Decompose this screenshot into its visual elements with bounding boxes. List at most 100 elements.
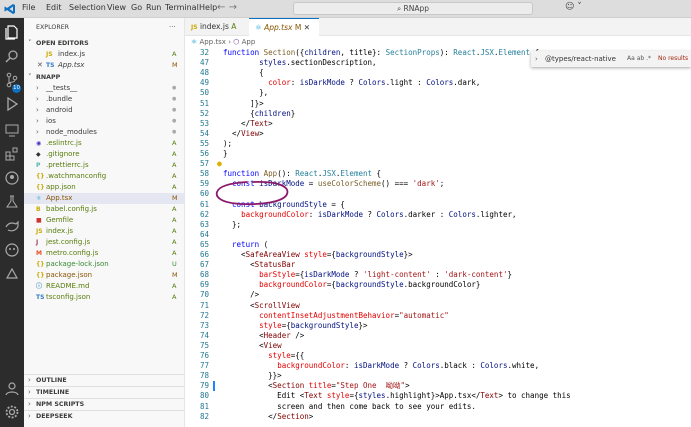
code-line[interactable]: 68 barStyle={isDarkMode ? 'light-content… <box>185 270 691 280</box>
npm-scripts-section[interactable]: › NPM SCRIPTS <box>24 398 184 409</box>
menu-selection[interactable]: Selection <box>69 3 106 12</box>
project-section[interactable]: ˅ RNAPP <box>24 72 184 83</box>
code-line[interactable]: 78 }}> <box>185 371 691 381</box>
code-line[interactable]: 81 screen and then come back to see your… <box>185 402 691 412</box>
code-editor[interactable]: 32 function Section({children, title}: Se… <box>185 48 691 427</box>
code-line[interactable]: 64 <box>185 230 691 240</box>
timeline-section[interactable]: › TIMELINE <box>24 386 184 397</box>
code-line[interactable]: 52 {children} <box>185 109 691 119</box>
back-arrow-icon[interactable]: ← <box>217 2 225 13</box>
code-line[interactable]: 76 style={{ <box>185 351 691 361</box>
code-line[interactable]: 58 function App(): React.JSX.Element { <box>185 169 691 179</box>
code-line[interactable]: 56} <box>185 149 691 159</box>
code-text: color: isDarkMode ? Colors.light : Color… <box>268 78 481 88</box>
code-line[interactable]: 77 backgroundColor: isDarkMode ? Colors.… <box>185 361 691 371</box>
folder-item[interactable]: › __tests__ ● <box>24 83 184 94</box>
tab-index-js[interactable]: JS index.js A <box>185 18 249 36</box>
code-line[interactable]: 67 <StatusBar <box>185 260 691 270</box>
close-icon[interactable]: ✕ <box>37 60 43 71</box>
menu-terminal[interactable]: Terminal <box>165 3 199 12</box>
open-editors-section[interactable]: ˅ OPEN EDITORS <box>24 38 184 49</box>
code-line[interactable]: 73 style={backgroundStyle}> <box>185 321 691 331</box>
tab-app-tsx[interactable]: ⚛ App.tsx M ✕ <box>249 18 319 36</box>
code-line[interactable]: 72 contentInsetAdjustmentBehavior="autom… <box>185 311 691 321</box>
menu-run[interactable]: Run <box>146 3 161 12</box>
code-line[interactable]: 53 </Text> <box>185 119 691 129</box>
run-debug-icon[interactable] <box>4 96 20 112</box>
file-item[interactable]: Mmetro.config.js A <box>24 248 184 259</box>
extensions-icon[interactable] <box>4 146 20 162</box>
code-line[interactable]: 48 { <box>185 68 691 78</box>
menu-help[interactable]: Help <box>199 3 217 12</box>
menu-go[interactable]: Go <box>131 3 142 12</box>
command-center[interactable]: ⌕ RNApp <box>293 2 533 15</box>
search-icon[interactable] <box>4 48 20 64</box>
deepseek-icon[interactable] <box>4 218 20 234</box>
deepseek-section[interactable]: › DEEPSEEK <box>24 410 184 421</box>
file-item[interactable]: {} .watchmanconfig A <box>24 171 184 182</box>
pets-icon[interactable] <box>4 266 20 282</box>
file-item[interactable]: Bbabel.config.js A <box>24 204 184 215</box>
file-item[interactable]: {} app.json A <box>24 182 184 193</box>
chevron-right-icon[interactable]: › <box>535 51 538 67</box>
explorer-icon[interactable] <box>4 24 20 40</box>
code-line[interactable]: 57 ● <box>185 159 691 169</box>
code-line[interactable]: 75 <View <box>185 341 691 351</box>
file-item[interactable]: ■ Gemfile A <box>24 215 184 226</box>
file-item[interactable]: ◉ .eslintrc.js A <box>24 138 184 149</box>
code-line[interactable]: 63 }; <box>185 220 691 230</box>
code-line[interactable]: 74 <Header /> <box>185 331 691 341</box>
menu-view[interactable]: View <box>107 3 126 12</box>
code-line[interactable]: 82 </Section> <box>185 412 691 422</box>
copilot-icon[interactable]: ☺ ˅ <box>565 2 582 12</box>
more-actions-icon[interactable]: ··· <box>169 22 176 33</box>
nav-arrows[interactable]: ← → <box>217 2 237 13</box>
code-line[interactable]: 80 Edit <Text style={styles.highlight}>A… <box>185 391 691 401</box>
file-item[interactable]: ⓘ README.md A <box>24 281 184 292</box>
line-number: 70 <box>199 290 209 300</box>
code-line[interactable]: 55); <box>185 139 691 149</box>
code-line[interactable]: 62 backgroundColor: isDarkMode ? Colors.… <box>185 210 691 220</box>
code-line[interactable]: 51 ]}> <box>185 99 691 109</box>
github-icon[interactable] <box>4 170 20 186</box>
folder-item[interactable]: › node_modules ● <box>24 127 184 138</box>
file-item[interactable]: {} package.json M <box>24 270 184 281</box>
open-editor-item[interactable]: JS index.js A <box>24 49 184 60</box>
folder-item[interactable]: › android ● <box>24 105 184 116</box>
code-line[interactable]: 54 </View> <box>185 129 691 139</box>
file-item[interactable]: {} package-lock.json U <box>24 259 184 270</box>
menu-file[interactable]: File <box>22 3 35 12</box>
folder-item[interactable]: › .bundle ● <box>24 94 184 105</box>
breadcrumb-symbol[interactable]: App <box>242 38 256 46</box>
file-item[interactable]: JS index.js A <box>24 226 184 237</box>
folder-item[interactable]: › ios ● <box>24 116 184 127</box>
find-input[interactable]: @types/react-native <box>545 51 616 67</box>
gear-icon[interactable] <box>4 404 20 420</box>
remote-explorer-icon[interactable] <box>4 122 20 138</box>
testing-icon[interactable] <box>4 194 20 210</box>
account-icon[interactable] <box>4 380 20 396</box>
code-line[interactable]: 65 return ( <box>185 240 691 250</box>
code-line[interactable]: 66 <SafeAreaView style={backgroundStyle}… <box>185 250 691 260</box>
find-options[interactable]: Aa ab .* <box>627 51 651 67</box>
code-line[interactable]: 79 <Section title="Step One 呦呦"> <box>185 381 691 392</box>
close-icon[interactable]: ✕ <box>304 23 310 32</box>
file-item[interactable]: ⚛ App.tsx M <box>24 193 184 204</box>
code-line[interactable]: 69 backgroundColor={backgroundStyle.back… <box>185 280 691 290</box>
chat-icon[interactable] <box>4 242 20 258</box>
file-item[interactable]: TS tsconfig.json A <box>24 292 184 303</box>
open-editor-item[interactable]: ✕ TS App.tsx M <box>24 60 184 71</box>
file-item[interactable]: ◆ .gitignore A <box>24 149 184 160</box>
code-line[interactable]: 70 /> <box>185 290 691 300</box>
menu-edit[interactable]: Edit <box>46 3 62 12</box>
code-text: <SafeAreaView style={backgroundStyle}> <box>223 250 413 259</box>
breadcrumb-file[interactable]: App.tsx <box>200 38 226 46</box>
file-item[interactable]: P .prettierrc.js A <box>24 160 184 171</box>
code-line[interactable]: 71 <ScrollView <box>185 301 691 311</box>
file-item[interactable]: Jjest.config.js A <box>24 237 184 248</box>
code-line[interactable]: 50 }, <box>185 88 691 98</box>
code-line[interactable]: 49 color: isDarkMode ? Colors.light : Co… <box>185 78 691 88</box>
lightbulb-icon[interactable]: ● <box>217 159 222 169</box>
forward-arrow-icon[interactable]: → <box>229 2 237 13</box>
outline-section[interactable]: › OUTLINE <box>24 374 184 385</box>
